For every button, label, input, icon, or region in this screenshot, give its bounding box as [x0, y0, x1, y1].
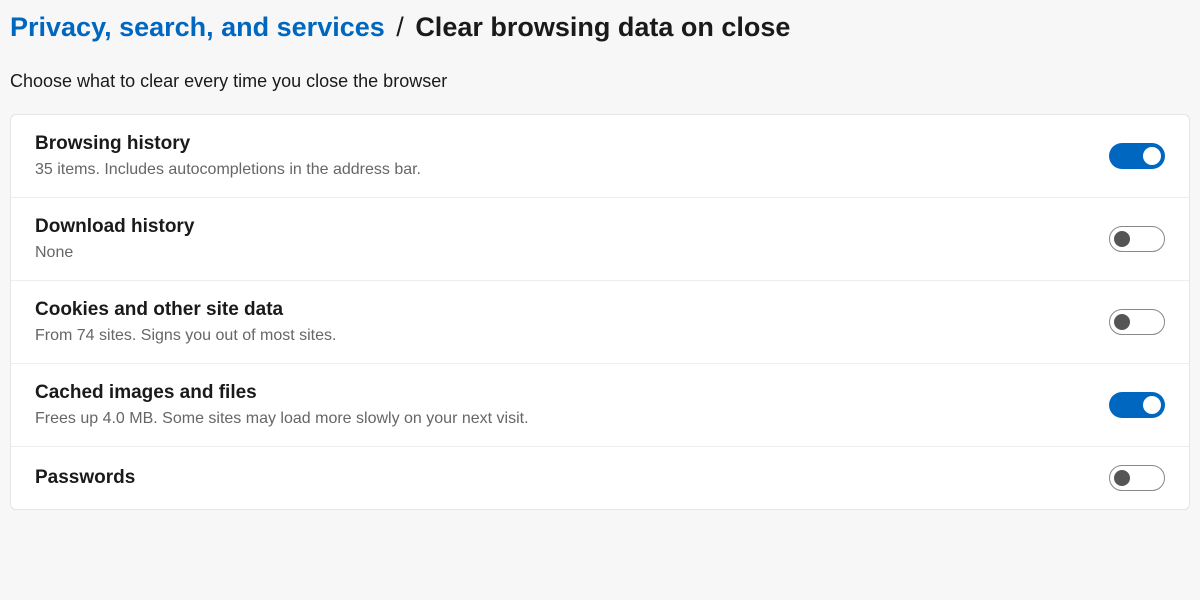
- row-title: Browsing history: [35, 133, 421, 155]
- row-cached-images: Cached images and files Frees up 4.0 MB.…: [11, 364, 1189, 447]
- toggle-knob: [1114, 314, 1130, 330]
- row-cookies: Cookies and other site data From 74 site…: [11, 281, 1189, 364]
- row-browsing-history: Browsing history 35 items. Includes auto…: [11, 115, 1189, 198]
- toggle-cached-images[interactable]: [1109, 392, 1165, 418]
- toggle-knob: [1114, 470, 1130, 486]
- settings-panel: Browsing history 35 items. Includes auto…: [10, 114, 1190, 510]
- row-text: Cached images and files Frees up 4.0 MB.…: [35, 382, 529, 428]
- toggle-browsing-history[interactable]: [1109, 143, 1165, 169]
- row-download-history: Download history None: [11, 198, 1189, 281]
- toggle-passwords[interactable]: [1109, 465, 1165, 491]
- row-text: Browsing history 35 items. Includes auto…: [35, 133, 421, 179]
- breadcrumb-separator: /: [396, 12, 404, 42]
- row-title: Download history: [35, 216, 194, 238]
- row-title: Passwords: [35, 467, 135, 489]
- toggle-knob: [1143, 147, 1161, 165]
- row-title: Cookies and other site data: [35, 299, 336, 321]
- row-text: Passwords: [35, 467, 135, 489]
- row-desc: From 74 sites. Signs you out of most sit…: [35, 327, 336, 345]
- row-passwords: Passwords: [11, 447, 1189, 509]
- breadcrumb: Privacy, search, and services / Clear br…: [10, 12, 1190, 43]
- toggle-download-history[interactable]: [1109, 226, 1165, 252]
- toggle-knob: [1114, 231, 1130, 247]
- row-desc: None: [35, 244, 194, 262]
- row-text: Cookies and other site data From 74 site…: [35, 299, 336, 345]
- breadcrumb-link-privacy[interactable]: Privacy, search, and services: [10, 12, 385, 42]
- toggle-cookies[interactable]: [1109, 309, 1165, 335]
- row-desc: Frees up 4.0 MB. Some sites may load mor…: [35, 410, 529, 428]
- row-title: Cached images and files: [35, 382, 529, 404]
- row-text: Download history None: [35, 216, 194, 262]
- toggle-knob: [1143, 396, 1161, 414]
- page-subtitle: Choose what to clear every time you clos…: [10, 71, 1190, 92]
- row-desc: 35 items. Includes autocompletions in th…: [35, 161, 421, 179]
- breadcrumb-current: Clear browsing data on close: [415, 12, 790, 42]
